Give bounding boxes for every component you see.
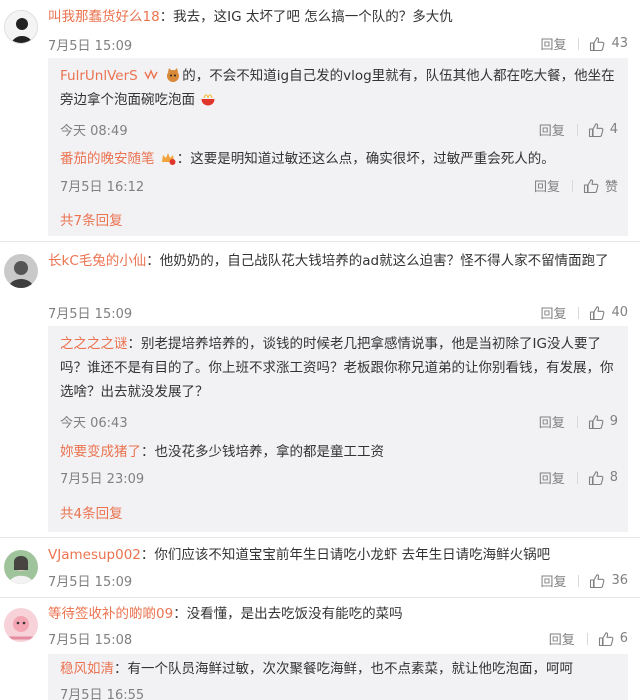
reply-button[interactable]: 回复 xyxy=(540,34,566,53)
reply-username[interactable]: FulrUnlVerS xyxy=(60,68,138,84)
divider xyxy=(578,37,580,50)
reply-text: 稳风如清：有一个队员海鲜过敏，次次聚餐吃海鲜，也不点素菜，就让他吃泡面，呵呵 xyxy=(60,657,618,681)
reply-text: 妳要变成猪了：也没花多少钱培养，拿的都是童工工资 xyxy=(60,440,618,464)
like-count[interactable]: 6 xyxy=(620,631,628,646)
divider xyxy=(571,179,573,192)
comment-actions: 回复 36 xyxy=(540,571,628,590)
more-replies-link[interactable]: 共7条回复 xyxy=(60,209,123,229)
reply-username[interactable]: 妳要变成猪了 xyxy=(60,444,141,460)
comment-text: 叫我那蠢货好么18：我去，这IG 太坏了吧 怎么搞一个队的？多大仇 xyxy=(48,6,628,29)
reply-actions: 回复 8 xyxy=(539,468,618,487)
reply-list: 之之之之谜：别老提培养培养的，谈钱的时候老几把拿感情说事，他是当初除了IG没人要… xyxy=(48,326,628,532)
comment-item: VJamesup002：你们应该不知道宝宝前年生日请吃小龙虾 去年生日请吃海鲜火… xyxy=(0,538,640,596)
more-replies-link[interactable]: 共4条回复 xyxy=(60,502,123,522)
comment-actions: 回复 43 xyxy=(540,34,628,53)
reply-date: 今天 08:49 xyxy=(60,124,128,139)
comment-username[interactable]: VJamesup002 xyxy=(48,547,141,563)
comment-date: 7月5日 15:08 xyxy=(48,633,133,648)
reply-username[interactable]: 番茄的晚安随笔 xyxy=(60,151,155,167)
avatar[interactable] xyxy=(4,550,38,584)
reply-actions: 回复 赞 xyxy=(534,176,618,195)
comment-item: 叫我那蠢货好么18：我去，这IG 太坏了吧 怎么搞一个队的？多大仇 7月5日 1… xyxy=(0,0,640,238)
reply-body: ：这要是明知道过敏还这么点，确实很坏，过敏严重会死人的。 xyxy=(176,151,555,167)
reply-text: FulrUnlVerS 的，不会不知道ig自己发的vlog里就有，队伍其他人都在… xyxy=(60,64,618,112)
comment-item: 长kC毛兔的小仙：他奶奶的，自己战队花大钱培养的ad就这么迫害？怪不得人家不留情… xyxy=(0,242,640,534)
reply-item: 之之之之谜：别老提培养培养的，谈钱的时候老几把拿感情说事，他是当初除了IG没人要… xyxy=(60,332,618,431)
divider xyxy=(578,306,580,319)
comment-body: ：他奶奶的，自己战队花大钱培养的ad就这么迫害？怪不得人家不留情面跑了 xyxy=(146,253,609,269)
reply-button[interactable]: 回复 xyxy=(539,412,565,431)
reply-list: FulrUnlVerS 的，不会不知道ig自己发的vlog里就有，队伍其他人都在… xyxy=(48,58,628,236)
thumb-up-icon[interactable] xyxy=(588,122,604,138)
reply-button[interactable]: 回复 xyxy=(534,176,560,195)
reply-item: 妳要变成猪了：也没花多少钱培养，拿的都是童工工资 7月5日 23:09 回复 8 xyxy=(60,440,618,487)
reply-item: 番茄的晚安随笔 ：这要是明知道过敏还这么点，确实很坏，过敏严重会死人的。 7月5… xyxy=(60,147,618,195)
crown-badge-icon xyxy=(161,153,176,165)
comment-text: VJamesup002：你们应该不知道宝宝前年生日请吃小龙虾 去年生日请吃海鲜火… xyxy=(48,544,628,567)
like-count[interactable]: 8 xyxy=(610,470,618,485)
reply-date: 今天 06:43 xyxy=(60,416,128,431)
noodle-bowl-emoji-icon xyxy=(201,94,215,106)
divider xyxy=(576,123,578,136)
thumb-up-icon[interactable] xyxy=(588,470,604,486)
comment-username[interactable]: 叫我那蠢货好么18 xyxy=(48,9,160,25)
comment-item: 等待签收补的啲啲09：没看懂，是出去吃饭没有能吃的菜吗 7月5日 15:08 回… xyxy=(0,598,640,700)
thumb-up-icon[interactable] xyxy=(588,414,604,430)
reply-list: 稳风如清：有一个队员海鲜过敏，次次聚餐吃海鲜，也不点素菜，就让他吃泡面，呵呵 7… xyxy=(48,654,628,700)
vip-badge-icon xyxy=(144,69,158,80)
reply-button[interactable]: 回复 xyxy=(539,468,565,487)
comment-date: 7月5日 15:09 xyxy=(48,39,133,54)
reply-body: ：别老提培养培养的，谈钱的时候老几把拿感情说事，他是当初除了IG没人要了吗？谁还… xyxy=(60,336,614,400)
thumb-up-icon[interactable] xyxy=(598,631,614,647)
thumb-up-icon[interactable] xyxy=(589,36,605,52)
thumb-up-icon[interactable] xyxy=(583,178,599,194)
reply-date: 7月5日 23:09 xyxy=(60,472,145,487)
reply-actions: 回复 4 xyxy=(539,120,618,139)
reply-button[interactable]: 回复 xyxy=(540,303,566,322)
reply-body: ：也没花多少钱培养，拿的都是童工工资 xyxy=(141,444,384,460)
comment-username[interactable]: 等待签收补的啲啲09 xyxy=(48,606,173,622)
reply-item: FulrUnlVerS 的，不会不知道ig自己发的vlog里就有，队伍其他人都在… xyxy=(60,64,618,139)
comment-date: 7月5日 15:09 xyxy=(48,575,133,590)
comment-actions: 回复 6 xyxy=(549,629,628,648)
like-count[interactable]: 9 xyxy=(610,414,618,429)
like-count[interactable]: 43 xyxy=(611,36,628,51)
avatar[interactable] xyxy=(4,254,38,288)
comment-username[interactable]: 长kC毛兔的小仙 xyxy=(48,253,146,269)
reply-button[interactable]: 回复 xyxy=(539,120,565,139)
reply-date: 7月5日 16:55 xyxy=(60,688,145,700)
comment-text: 长kC毛兔的小仙：他奶奶的，自己战队花大钱培养的ad就这么迫害？怪不得人家不留情… xyxy=(48,250,628,273)
comment-body: ：没看懂，是出去吃饭没有能吃的菜吗 xyxy=(173,606,403,622)
divider xyxy=(578,574,580,587)
thumb-up-icon[interactable] xyxy=(589,573,605,589)
divider xyxy=(576,415,578,428)
comment-text: 等待签收补的啲啲09：没看懂，是出去吃饭没有能吃的菜吗 xyxy=(48,603,628,626)
like-count[interactable]: 赞 xyxy=(605,176,618,195)
comment-date: 7月5日 15:09 xyxy=(48,307,133,322)
like-count[interactable]: 4 xyxy=(610,122,618,137)
reply-username[interactable]: 之之之之谜 xyxy=(60,336,128,352)
reply-text: 番茄的晚安随笔 ：这要是明知道过敏还这么点，确实很坏，过敏严重会死人的。 xyxy=(60,147,618,171)
thumb-up-icon[interactable] xyxy=(589,305,605,321)
divider xyxy=(576,471,578,484)
like-count[interactable]: 36 xyxy=(611,573,628,588)
reply-username[interactable]: 稳风如清 xyxy=(60,661,114,677)
divider xyxy=(586,632,588,645)
comment-body: ：我去，这IG 太坏了吧 怎么搞一个队的？多大仇 xyxy=(159,9,453,25)
avatar[interactable] xyxy=(4,10,38,44)
reply-button[interactable]: 回复 xyxy=(540,571,566,590)
reply-button[interactable]: 回复 xyxy=(549,629,575,648)
comment-body: ：你们应该不知道宝宝前年生日请吃小龙虾 去年生日请吃海鲜火锅吧 xyxy=(140,547,551,563)
reply-actions: 回复 9 xyxy=(539,412,618,431)
reply-item: 稳风如清：有一个队员海鲜过敏，次次聚餐吃海鲜，也不点素菜，就让他吃泡面，呵呵 7… xyxy=(60,657,618,700)
comment-actions: 回复 40 xyxy=(540,303,628,322)
avatar[interactable] xyxy=(4,608,38,642)
reply-date: 7月5日 16:12 xyxy=(60,180,145,195)
reply-body: ：有一个队员海鲜过敏，次次聚餐吃海鲜，也不点素菜，就让他吃泡面，呵呵 xyxy=(114,661,573,677)
reply-text: 之之之之谜：别老提培养培养的，谈钱的时候老几把拿感情说事，他是当初除了IG没人要… xyxy=(60,332,618,404)
like-count[interactable]: 40 xyxy=(611,305,628,320)
cat-emoji-icon xyxy=(167,68,180,82)
